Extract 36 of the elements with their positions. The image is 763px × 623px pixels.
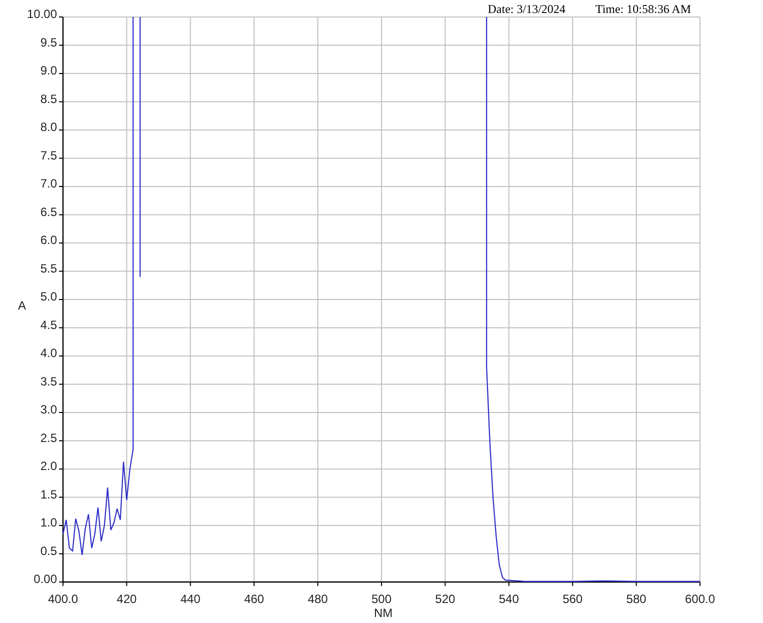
tick-label: 1.5 bbox=[40, 487, 57, 502]
tick-label: 2.0 bbox=[40, 459, 57, 473]
tick-label: 8.0 bbox=[40, 120, 57, 134]
tick-label: 8.5 bbox=[40, 92, 57, 106]
tick-label: 1.0 bbox=[40, 516, 57, 530]
tick-label: 580 bbox=[626, 592, 646, 606]
axis-title: NM bbox=[374, 606, 393, 620]
tick-label: 4.0 bbox=[40, 346, 57, 360]
tick-label: 400.0 bbox=[48, 592, 78, 606]
tick-label: 540 bbox=[498, 592, 519, 606]
tick-label: 9.5 bbox=[40, 35, 57, 50]
tick-label: 480 bbox=[308, 592, 328, 606]
tick-label: 5.5 bbox=[40, 261, 57, 276]
tick-label: 10.00 bbox=[26, 7, 57, 21]
tick-label: 9.0 bbox=[40, 64, 57, 78]
tick-label: 440 bbox=[180, 592, 200, 606]
axis-title: A bbox=[18, 298, 26, 312]
tick-label: 460 bbox=[244, 592, 264, 606]
tick-label: 6.5 bbox=[40, 204, 57, 219]
tick-label: 500 bbox=[371, 592, 392, 606]
tick-label: 520 bbox=[435, 592, 456, 606]
time-label: Time: 10:58:36 AM bbox=[595, 1, 691, 16]
tick-label: 2.5 bbox=[40, 430, 57, 445]
tick-label: 5.0 bbox=[40, 290, 57, 304]
tick-label: 3.5 bbox=[40, 374, 57, 388]
tick-label: 0.5 bbox=[40, 544, 57, 558]
tick-label: 7.5 bbox=[40, 148, 57, 162]
tick-label: 4.5 bbox=[40, 318, 57, 332]
tick-label: 7.0 bbox=[40, 176, 57, 190]
date-label: Date: 3/13/2024 bbox=[488, 1, 566, 16]
tick-label: 560 bbox=[562, 592, 583, 606]
tick-label: 600.0 bbox=[684, 592, 716, 606]
tick-label: 0.00 bbox=[34, 572, 57, 586]
tick-label: 3.0 bbox=[40, 402, 57, 416]
tick-label: 420 bbox=[116, 592, 137, 606]
tick-label: 6.0 bbox=[40, 233, 57, 247]
